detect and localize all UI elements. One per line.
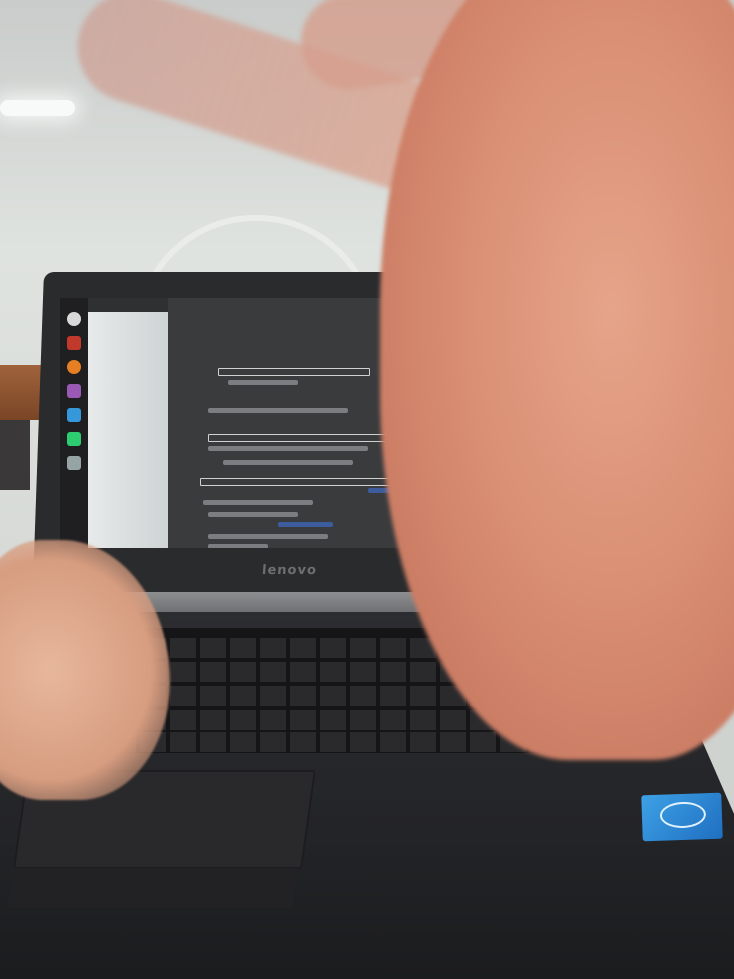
code-line: [208, 534, 328, 539]
code-line: [208, 512, 298, 517]
photo-scene: lenovo: [0, 0, 734, 979]
code-line: [203, 500, 313, 505]
ceiling-light: [0, 100, 75, 116]
processor-sticker: [641, 792, 723, 842]
app-icon: [67, 336, 81, 350]
right-hand: [380, 0, 734, 760]
file-panel: [88, 312, 168, 548]
code-line: [208, 544, 268, 548]
app-launcher: [60, 298, 88, 548]
code-line: [208, 408, 348, 413]
code-line: [228, 380, 298, 385]
touchpad-buttons: [7, 868, 298, 908]
chair: [0, 420, 30, 490]
highlight: [218, 368, 370, 376]
code-line: [208, 446, 368, 451]
brand-logo: lenovo: [261, 563, 318, 578]
settings-icon: [67, 456, 81, 470]
search-icon: [67, 312, 81, 326]
spreadsheet-icon: [67, 432, 81, 446]
browser-icon: [67, 360, 81, 374]
app-icon: [67, 384, 81, 398]
sticker-logo: [659, 801, 707, 829]
document-icon: [67, 408, 81, 422]
code-line: [223, 460, 353, 465]
code-highlight: [278, 522, 333, 527]
